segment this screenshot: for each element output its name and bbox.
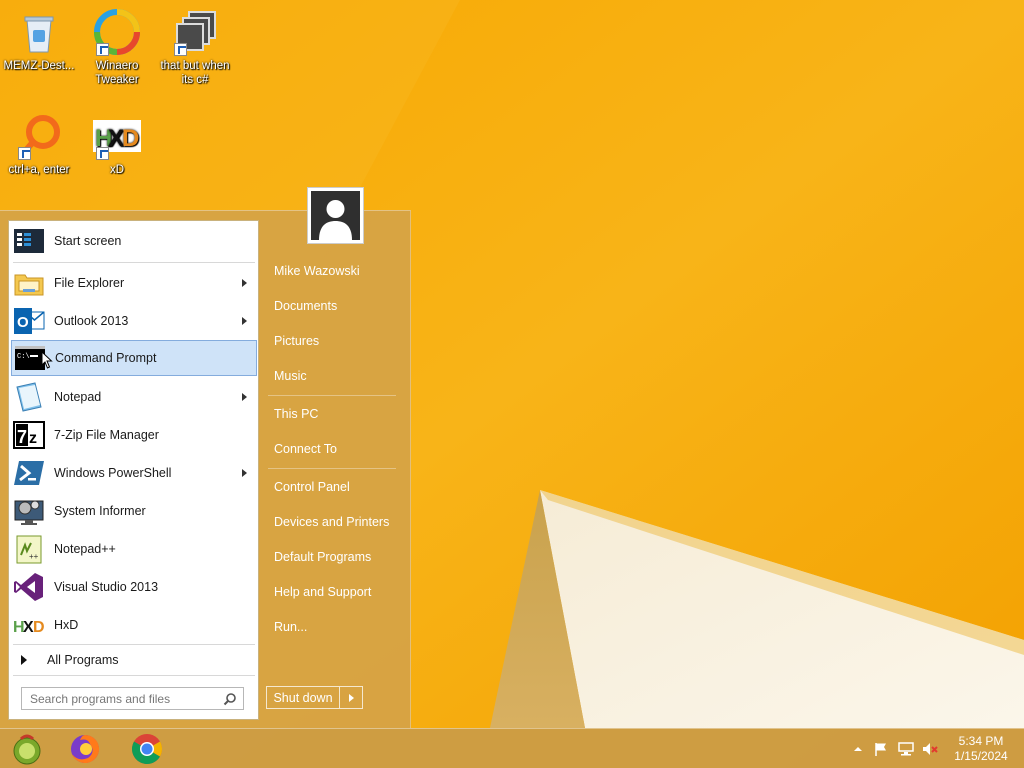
mouse-cursor-icon [41, 351, 53, 369]
program-label: Windows PowerShell [54, 466, 172, 480]
user-picture[interactable] [307, 187, 364, 244]
submenu-arrow-icon [242, 279, 247, 287]
desktop-icon-xd[interactable]: H X D xD [78, 112, 156, 177]
taskbar: 5:34 PM 1/15/2024 [0, 728, 1024, 768]
taskbar-firefox[interactable] [63, 731, 107, 767]
program-powershell[interactable]: Windows PowerShell [11, 455, 257, 491]
shortcut-arrow-icon [96, 43, 109, 56]
svg-text:O: O [17, 314, 29, 331]
notepadpp-icon: ++ [13, 533, 45, 565]
outlook-icon: O [13, 305, 45, 337]
svg-text:z: z [29, 430, 37, 447]
program-outlook[interactable]: O Outlook 2013 [11, 303, 257, 339]
powershell-icon [13, 457, 45, 489]
chrome-icon [131, 734, 163, 765]
menu-item-control-panel[interactable]: Control Panel [264, 472, 404, 502]
separator [268, 395, 396, 396]
submenu-arrow-icon [242, 393, 247, 401]
desktop-icon-ctrl-a-enter[interactable]: ctrl+a, enter [0, 112, 78, 177]
search-input[interactable]: Search programs and files [21, 687, 244, 710]
program-label: Notepad [54, 390, 102, 404]
expand-arrow-icon [21, 655, 27, 665]
programs-pane: Start screen File Explorer O Outlook 201… [8, 220, 259, 720]
program-label: File Explorer [54, 276, 125, 290]
submenu-arrow-icon [242, 469, 247, 477]
shutdown-button[interactable]: Shut down [267, 687, 340, 708]
shortcut-arrow-icon [96, 147, 109, 160]
visual-studio-icon [13, 571, 45, 603]
program-start-screen[interactable]: Start screen [11, 223, 257, 259]
program-system-informer[interactable]: System Informer [11, 493, 257, 529]
desktop-icon-memz[interactable]: MEMZ-Dest... [0, 8, 78, 73]
network-icon[interactable] [898, 741, 914, 757]
program-label: Command Prompt [55, 351, 157, 365]
svg-text:7: 7 [17, 427, 27, 447]
notepad-icon [13, 381, 45, 413]
program-visual-studio[interactable]: Visual Studio 2013 [11, 569, 257, 605]
menu-item-music[interactable]: Music [264, 361, 404, 391]
desktop-icon-that-but-when[interactable]: that but when its c# [156, 8, 234, 87]
menu-item-run[interactable]: Run... [264, 612, 404, 642]
menu-item-user[interactable]: Mike Wazowski [264, 256, 404, 286]
all-programs-label: All Programs [47, 653, 119, 667]
search-icon[interactable] [223, 692, 237, 706]
system-clock[interactable]: 5:34 PM 1/15/2024 [948, 734, 1014, 764]
desktop-icon-winaero[interactable]: Winaero Tweaker [78, 8, 156, 87]
program-label: System Informer [54, 504, 146, 518]
program-label: 7-Zip File Manager [54, 428, 159, 442]
menu-item-documents[interactable]: Documents [264, 291, 404, 321]
clock-time: 5:34 PM [958, 734, 1004, 748]
shutdown-control: Shut down [266, 686, 363, 709]
all-programs-button[interactable]: All Programs [11, 649, 257, 671]
shortcut-arrow-icon [18, 147, 31, 160]
program-label: Outlook 2013 [54, 314, 129, 328]
program-notepad[interactable]: Notepad [11, 379, 257, 415]
system-informer-icon [13, 495, 45, 527]
program-label: Start screen [54, 234, 122, 248]
shutdown-options-arrow-icon[interactable] [340, 687, 362, 708]
search-placeholder: Search programs and files [30, 691, 171, 706]
volume-muted-icon[interactable] [922, 741, 938, 757]
submenu-arrow-icon [242, 317, 247, 325]
shortcut-arrow-icon [174, 43, 187, 56]
folder-icon [13, 267, 45, 299]
action-center-flag-icon[interactable] [873, 741, 889, 757]
program-file-explorer[interactable]: File Explorer [11, 265, 257, 301]
program-label: HxD [54, 618, 79, 632]
separator [13, 644, 255, 645]
classic-shell-start-icon [13, 734, 41, 765]
separator [13, 675, 255, 676]
start-menu: Start screen File Explorer O Outlook 201… [0, 187, 411, 728]
hxd-icon: H X D [13, 609, 45, 641]
menu-item-this-pc[interactable]: This PC [264, 399, 404, 429]
start-button[interactable] [5, 731, 49, 767]
user-avatar-icon [311, 191, 360, 240]
program-command-prompt[interactable]: C:\ Command Prompt [11, 340, 257, 376]
menu-item-default-programs[interactable]: Default Programs [264, 542, 404, 572]
7zip-icon: 7 z [13, 419, 45, 451]
menu-item-pictures[interactable]: Pictures [264, 326, 404, 356]
start-screen-icon [13, 225, 45, 257]
program-label: Notepad++ [54, 542, 116, 556]
svg-text:C:\: C:\ [17, 353, 30, 361]
menu-item-connect-to[interactable]: Connect To [264, 434, 404, 464]
taskbar-chrome[interactable] [125, 731, 169, 767]
firefox-icon [71, 734, 100, 763]
show-hidden-icons-icon[interactable] [850, 741, 866, 757]
program-notepadpp[interactable]: ++ Notepad++ [11, 531, 257, 567]
program-hxd[interactable]: H X D HxD [11, 607, 257, 643]
svg-text:D: D [33, 619, 45, 636]
program-7zip[interactable]: 7 z 7-Zip File Manager [11, 417, 257, 453]
svg-text:D: D [122, 125, 139, 152]
menu-item-help-support[interactable]: Help and Support [264, 577, 404, 607]
recycle-bin-icon [24, 16, 54, 53]
svg-text:++: ++ [29, 552, 39, 561]
separator [13, 262, 255, 263]
menu-item-devices-printers[interactable]: Devices and Printers [264, 507, 404, 537]
program-label: Visual Studio 2013 [54, 580, 159, 594]
clock-date: 1/15/2024 [954, 749, 1008, 763]
separator [268, 468, 396, 469]
